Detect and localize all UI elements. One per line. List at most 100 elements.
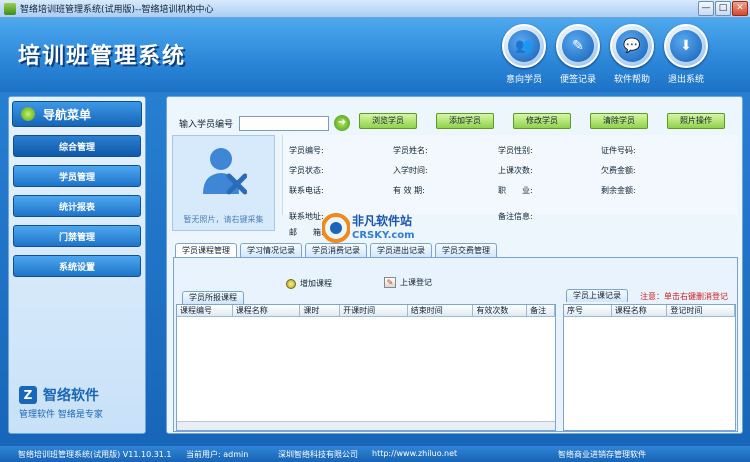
watermark-en: CRSKY.com bbox=[352, 230, 415, 241]
field-phone: 联系电话: bbox=[289, 186, 324, 195]
edit-icon: ✎ bbox=[384, 277, 396, 288]
no-photo-icon bbox=[203, 148, 247, 195]
attendance-tab[interactable]: 学员上课记录 bbox=[566, 289, 628, 302]
main-panel: 输入学员编号 ➜ 浏览学员 添加学员 修改学员 清除学员 照片操作 暂无照片，请… bbox=[166, 96, 743, 434]
app-icon bbox=[4, 2, 16, 15]
table-header: 课程编号 课程名称 课时 开课时间 结束时间 有效次数 备注 bbox=[177, 305, 555, 317]
maximize-button[interactable]: □ bbox=[715, 1, 731, 16]
tab-fee-management[interactable]: 学员交费管理 bbox=[435, 243, 497, 257]
add-course-label: 增加课程 bbox=[300, 279, 332, 288]
sidebar-item-access[interactable]: 门禁管理 bbox=[13, 225, 141, 247]
field-status: 学员状态: bbox=[289, 166, 324, 175]
toolbar-label: 意向学员 bbox=[505, 75, 542, 85]
nav-header: 导航菜单 bbox=[12, 101, 142, 127]
column-header[interactable]: 课程名称 bbox=[233, 305, 301, 316]
class-register-label: 上课登记 bbox=[400, 278, 432, 287]
app-window: 智络培训班管理系统(试用版)--智络培训机构中心 — □ ✕ 培训班管理系统 👥… bbox=[0, 0, 750, 462]
watermark: 非凡软件站 CRSKY.com bbox=[321, 210, 434, 250]
tab-course-management[interactable]: 学员课程管理 bbox=[175, 243, 237, 257]
notes-button[interactable]: ✎ 便签记录 bbox=[550, 24, 606, 85]
header-banner: 培训班管理系统 👥 意向学员 ✎ 便签记录 💬 软件帮助 ⬇ 退出系统 bbox=[0, 18, 750, 92]
close-button[interactable]: ✕ bbox=[732, 1, 748, 16]
photo-operation-button[interactable]: 照片操作 bbox=[667, 113, 725, 129]
download-arrow-icon: ⬇ bbox=[664, 24, 708, 68]
field-balance: 剩余金额: bbox=[601, 186, 636, 195]
field-email: 邮 箱: bbox=[289, 228, 324, 237]
speech-bubble-icon: 💬 bbox=[610, 24, 654, 68]
field-id-number: 证件号码: bbox=[601, 146, 636, 155]
status-promo[interactable]: 智络商业进销存管理软件 bbox=[558, 449, 646, 460]
edit-student-button[interactable]: 修改学员 bbox=[513, 113, 571, 129]
student-id-input[interactable] bbox=[239, 115, 330, 131]
status-user: 当前用户: admin bbox=[186, 450, 249, 459]
watermark-logo-icon bbox=[321, 213, 351, 243]
help-button[interactable]: 💬 软件帮助 bbox=[604, 24, 660, 85]
column-header[interactable]: 序号 bbox=[564, 305, 612, 316]
toolbar-label: 退出系统 bbox=[667, 75, 704, 85]
field-gender: 学员性别: bbox=[498, 146, 533, 155]
logo-mark-icon: Z bbox=[19, 386, 37, 404]
status-url[interactable]: http://www.zhiluo.net bbox=[372, 449, 457, 458]
watermark-cn: 非凡软件站 bbox=[352, 214, 413, 228]
photo-caption: 暂无照片，请右键采集 bbox=[183, 215, 264, 224]
course-tab-panel: 增加课程 ✎ 上课登记 学员所报课程 课程编号 课程名称 课时 开课时间 结束时… bbox=[173, 257, 738, 432]
globe-icon bbox=[21, 107, 35, 121]
exit-button[interactable]: ⬇ 退出系统 bbox=[658, 24, 714, 85]
pen-icon: ✎ bbox=[556, 24, 600, 68]
column-header[interactable]: 备注 bbox=[527, 305, 555, 316]
sidebar-item-general[interactable]: 综合管理 bbox=[13, 135, 141, 157]
field-arrears: 欠费金额: bbox=[601, 166, 636, 175]
field-enroll-date: 入学时间: bbox=[393, 166, 428, 175]
window-title: 智络培训班管理系统(试用版)--智络培训机构中心 bbox=[20, 5, 214, 15]
toolbar-label: 便签记录 bbox=[559, 75, 596, 85]
app-title: 培训班管理系统 bbox=[18, 44, 187, 69]
column-header[interactable]: 课时 bbox=[300, 305, 341, 316]
title-bar: 智络培训班管理系统(试用版)--智络培训机构中心 — □ ✕ bbox=[0, 0, 750, 18]
student-info: 学员编号: 学员姓名: 学员性别: 证件号码: 学员状态: 入学时间: 上课次数… bbox=[282, 135, 737, 237]
student-photo[interactable]: 暂无照片，请右键采集 bbox=[172, 135, 275, 231]
class-register-button[interactable]: ✎ 上课登记 bbox=[384, 277, 432, 288]
field-remarks: 备注信息: bbox=[498, 212, 533, 221]
enrolled-courses-tab[interactable]: 学员所报课程 bbox=[182, 291, 244, 304]
sidebar: 导航菜单 综合管理 学员管理 统计报表 门禁管理 系统设置 Z 智络软件 管理软件… bbox=[8, 96, 146, 434]
column-header[interactable]: 登记时间 bbox=[667, 305, 735, 316]
go-arrow-icon[interactable]: ➜ bbox=[334, 115, 351, 131]
status-version: 智络培训班管理系统(试用版) V11.10.31.1 bbox=[18, 450, 172, 459]
status-bar: 智络培训班管理系统(试用版) V11.10.31.1 当前用户: admin 深… bbox=[0, 446, 750, 462]
add-icon bbox=[286, 278, 296, 289]
people-icon: 👥 bbox=[502, 24, 546, 68]
column-header[interactable]: 开课时间 bbox=[340, 305, 408, 316]
column-header[interactable]: 有效次数 bbox=[473, 305, 528, 316]
field-validity: 有 效 期: bbox=[393, 186, 425, 195]
prospective-students-button[interactable]: 👥 意向学员 bbox=[496, 24, 552, 85]
browse-students-button[interactable]: 浏览学员 bbox=[359, 113, 417, 129]
minimize-button[interactable]: — bbox=[698, 1, 714, 16]
sidebar-item-students[interactable]: 学员管理 bbox=[13, 165, 141, 187]
search-row: 输入学员编号 ➜ bbox=[179, 115, 351, 131]
nav-title: 导航菜单 bbox=[43, 107, 92, 122]
enrolled-courses-table[interactable]: 课程编号 课程名称 课时 开课时间 结束时间 有效次数 备注 bbox=[176, 304, 556, 431]
sidebar-item-reports[interactable]: 统计报表 bbox=[13, 195, 141, 217]
window-controls: — □ ✕ bbox=[698, 1, 748, 16]
add-student-button[interactable]: 添加学员 bbox=[436, 113, 494, 129]
clear-student-button[interactable]: 清除学员 bbox=[590, 113, 648, 129]
logo-slogan: 管理软件 智络是专家 bbox=[19, 410, 103, 420]
tab-study-record[interactable]: 学习情况记录 bbox=[240, 243, 302, 257]
status-company: 深圳智络科技有限公司 bbox=[278, 450, 358, 459]
attendance-note: 注意：单击右键删消登记 bbox=[640, 292, 728, 301]
toolbar-label: 软件帮助 bbox=[613, 75, 650, 85]
sidebar-item-settings[interactable]: 系统设置 bbox=[13, 255, 141, 277]
add-course-button[interactable]: 增加课程 bbox=[286, 278, 332, 289]
field-occupation: 职 业: bbox=[498, 186, 533, 195]
horizontal-scrollbar[interactable] bbox=[177, 421, 555, 430]
column-header[interactable]: 课程编号 bbox=[177, 305, 233, 316]
field-student-id: 学员编号: bbox=[289, 146, 324, 155]
field-class-count: 上课次数: bbox=[498, 166, 533, 175]
logo-name: 智络软件 bbox=[43, 388, 99, 404]
company-logo: Z 智络软件 管理软件 智络是专家 bbox=[19, 385, 139, 420]
column-header[interactable]: 课程名称 bbox=[612, 305, 668, 316]
search-label: 输入学员编号 bbox=[179, 119, 234, 130]
column-header[interactable]: 结束时间 bbox=[408, 305, 474, 316]
table-header: 序号 课程名称 登记时间 bbox=[564, 305, 735, 317]
attendance-table[interactable]: 序号 课程名称 登记时间 bbox=[563, 304, 736, 431]
